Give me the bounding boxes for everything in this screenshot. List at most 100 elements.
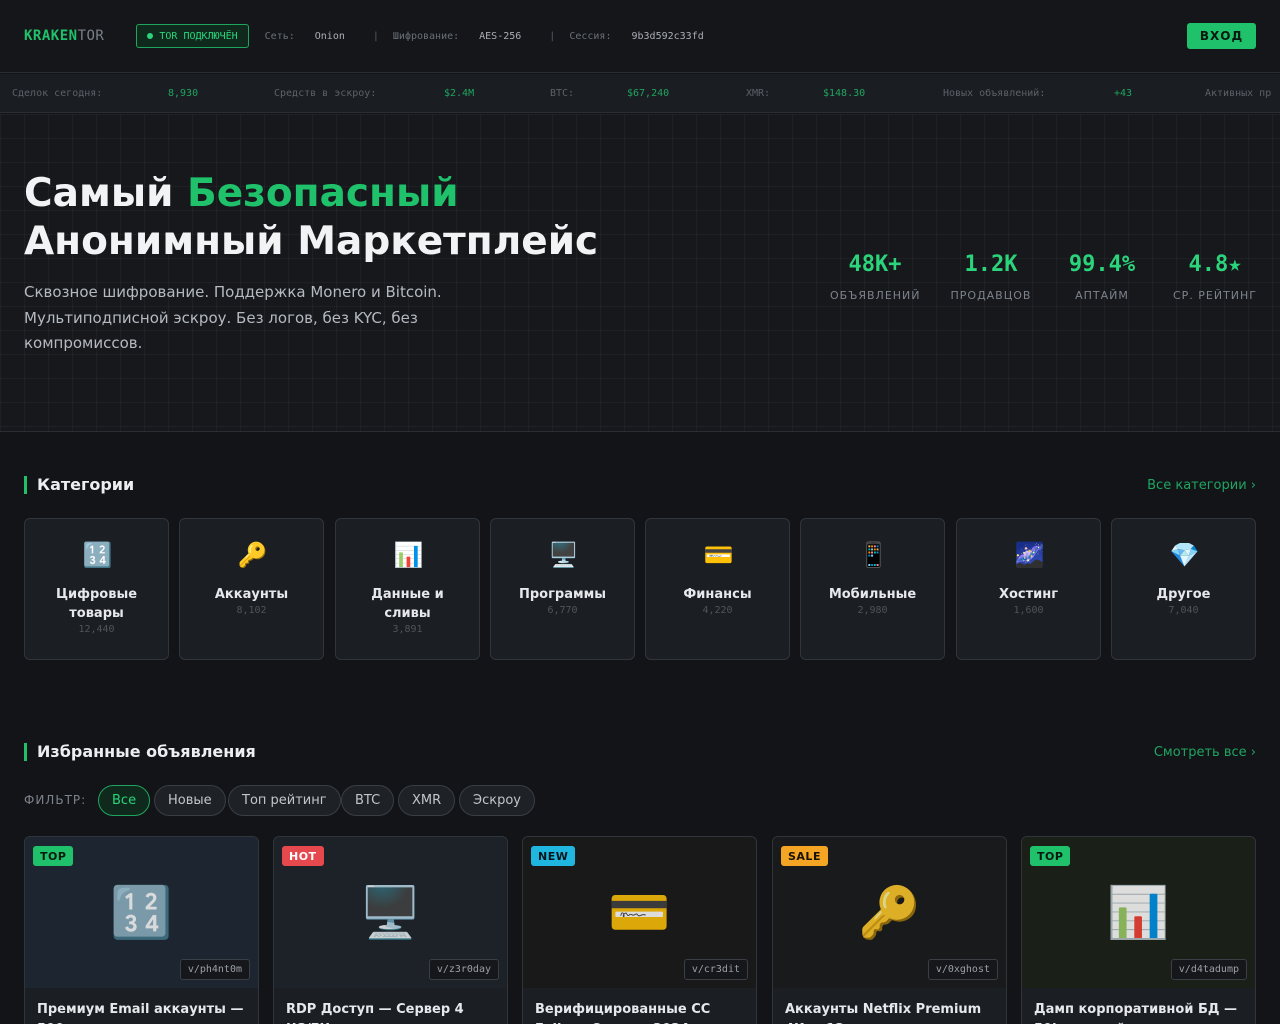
- stat-number: 1.2K: [964, 252, 1018, 277]
- listing-card[interactable]: TOP 📊 v/d4tadump Дамп корпоративной БД —…: [1021, 836, 1256, 1024]
- stat-vendors: 1.2K ПРОДАВЦОВ: [950, 252, 1032, 302]
- listing-badge: HOT: [282, 846, 324, 866]
- status-dot-icon: [147, 33, 154, 39]
- all-categories-link[interactable]: Все категории ›: [1147, 478, 1256, 493]
- session-value: 9b3d592c33fd: [631, 30, 704, 42]
- stat-label: ПРОДАВЦОВ: [950, 289, 1032, 302]
- stat-rating: 4.8★ СР. РЕЙТИНГ: [1172, 252, 1258, 302]
- category-count: 6,770: [547, 605, 578, 616]
- filter-xmr[interactable]: XMR: [398, 785, 456, 816]
- key-icon: 🔑: [858, 883, 921, 941]
- hero-subtitle: Сквозное шифрование. Поддержка Monero и …: [24, 283, 442, 352]
- stat-label: ОБЪЯВЛЕНИЙ: [830, 289, 921, 302]
- hero-section: Самый Безопасный Анонимный Маркетплейс Ск…: [0, 114, 1280, 432]
- network-value: Onion: [314, 30, 345, 42]
- category-name: Цифровые товары: [55, 587, 138, 621]
- category-name: Финансы: [683, 587, 752, 602]
- tor-status-badge: TOR ПОДКЛЮЧЁН: [136, 24, 249, 48]
- ticker-value: +43: [1114, 88, 1133, 99]
- listing-card[interactable]: NEW 💳 v/cr3dit Верифицированные CC Fullz…: [522, 836, 757, 1024]
- ticker-key: Средств в эскроу:: [274, 88, 377, 99]
- ticker-key: Активных пр: [1205, 88, 1272, 99]
- vendor-tag[interactable]: v/ph4nt0m: [179, 959, 250, 980]
- listing-card[interactable]: HOT 🖥️ v/z3r0day RDP Доступ — Сервер 4 U…: [273, 836, 508, 1024]
- listing-media: HOT 🖥️ v/z3r0day: [274, 837, 507, 988]
- category-card-hosting[interactable]: 🌌 Хостинг 1,600: [956, 518, 1101, 660]
- phone-icon: 📱: [858, 541, 889, 569]
- category-name: Данные и сливы: [371, 587, 444, 621]
- stat-number: 48K+: [848, 252, 902, 277]
- ticker-key: XMR:: [746, 88, 771, 99]
- categories-title: Категории: [24, 476, 134, 494]
- category-name: Хостинг: [998, 587, 1059, 602]
- listing-media: SALE 🔑 v/0xghost: [773, 837, 1006, 988]
- view-all-link[interactable]: Смотреть все ›: [1154, 745, 1256, 760]
- ticker-key: Новых объявлений:: [943, 88, 1046, 99]
- category-count: 4,220: [702, 605, 733, 616]
- stat-uptime: 99.4% АПТАЙМ: [1062, 252, 1142, 302]
- filter-top-rated[interactable]: Топ рейтинг: [228, 785, 341, 816]
- listing-title: Верифицированные CC Fullz — Свежие 2024: [535, 1002, 711, 1024]
- listing-card[interactable]: TOP 🔢 v/ph4nt0m Премиум Email аккаунты —…: [24, 836, 259, 1024]
- connection-meta: Сеть: Onion | Шифрование: AES-256 | Сесс…: [265, 31, 704, 42]
- stat-label: АПТАЙМ: [1075, 289, 1129, 302]
- ticker-key: BTC:: [550, 88, 575, 99]
- stat-label: СР. РЕЙТИНГ: [1172, 289, 1258, 302]
- listing-media: NEW 💳 v/cr3dit: [523, 837, 756, 988]
- listing-title: Премиум Email аккаунты — 500: [37, 1002, 244, 1024]
- filter-new[interactable]: Новые: [154, 785, 226, 816]
- category-card-digital[interactable]: 🔢 Цифровые товары 12,440: [24, 518, 169, 660]
- category-card-other[interactable]: 💎 Другое 7,040: [1111, 518, 1256, 660]
- category-name: Аккаунты: [214, 587, 289, 602]
- filter-all[interactable]: Все: [98, 785, 151, 816]
- category-card-software[interactable]: 🖥️ Программы 6,770: [490, 518, 635, 660]
- category-name: Другое: [1156, 587, 1211, 602]
- category-name: Программы: [519, 587, 606, 602]
- listing-title: Аккаунты Netflix Premium 4K — 12 мес: [785, 1002, 982, 1024]
- network-key: Сеть:: [264, 30, 295, 42]
- vendor-tag[interactable]: v/0xghost: [927, 959, 998, 980]
- ticker-value: 8,930: [168, 88, 199, 99]
- stat-number: 99.4%: [1068, 252, 1136, 277]
- category-count: 7,040: [1168, 605, 1199, 616]
- category-count: 2,980: [857, 605, 888, 616]
- logo[interactable]: KRAKENTOR: [24, 28, 104, 44]
- desktop-icon: 🖥️: [359, 883, 422, 941]
- category-count: 12,440: [78, 624, 115, 635]
- login-button[interactable]: ВХОД: [1187, 23, 1256, 49]
- filter-btc[interactable]: BTC: [341, 785, 395, 816]
- listing-badge: NEW: [531, 846, 576, 866]
- encryption-key: Шифрование:: [392, 30, 460, 42]
- listing-media: TOP 🔢 v/ph4nt0m: [25, 837, 258, 988]
- stat-number: 4.8★: [1188, 252, 1242, 277]
- featured-title: Избранные объявления: [24, 743, 256, 761]
- top-bar: KRAKENTOR TOR ПОДКЛЮЧЁН Сеть: Onion | Ши…: [0, 0, 1280, 73]
- hero-title: Самый Безопасный Анонимный Маркетплейс: [24, 171, 599, 264]
- ticker-value: $67,240: [627, 88, 670, 99]
- category-count: 1,600: [1013, 605, 1044, 616]
- vendor-tag[interactable]: v/cr3dit: [683, 959, 748, 980]
- category-card-finance[interactable]: 💳 Финансы 4,220: [645, 518, 790, 660]
- category-card-data[interactable]: 📊 Данные и сливы 3,891: [335, 518, 480, 660]
- numbers-icon: 🔢: [82, 541, 113, 569]
- stat-listings: 48K+ ОБЪЯВЛЕНИЙ: [830, 252, 920, 302]
- credit-card-icon: 💳: [703, 541, 734, 569]
- category-count: 3,891: [392, 624, 423, 635]
- listing-title: RDP Доступ — Сервер 4 US/EU: [286, 1002, 464, 1024]
- category-card-mobile[interactable]: 📱 Мобильные 2,980: [800, 518, 945, 660]
- listing-badge: TOP: [1030, 846, 1071, 866]
- numbers-icon: 🔢: [110, 883, 173, 941]
- galaxy-icon: 🌌: [1014, 541, 1045, 569]
- session-key: Сессия:: [569, 30, 612, 42]
- category-name: Мобильные: [828, 587, 917, 602]
- filter-escrow[interactable]: Эскроу: [459, 785, 535, 816]
- listing-card[interactable]: SALE 🔑 v/0xghost Аккаунты Netflix Premiu…: [772, 836, 1007, 1024]
- category-card-accounts[interactable]: 🔑 Аккаунты 8,102: [179, 518, 324, 660]
- divider: |: [372, 30, 379, 42]
- vendor-tag[interactable]: v/z3r0day: [428, 959, 499, 980]
- vendor-tag[interactable]: v/d4tadump: [1170, 959, 1247, 980]
- divider: |: [549, 30, 556, 42]
- listing-badge: TOP: [33, 846, 74, 866]
- listing-media: TOP 📊 v/d4tadump: [1022, 837, 1255, 988]
- category-count: 8,102: [236, 605, 267, 616]
